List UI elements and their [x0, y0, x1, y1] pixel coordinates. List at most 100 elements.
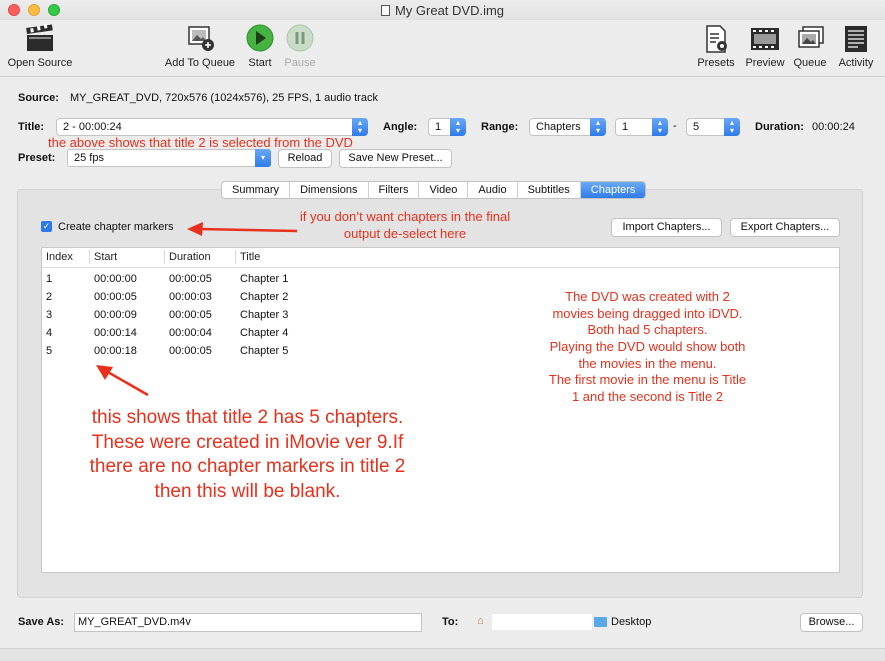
chapters-annotation: if you don’t want chapters in the final …: [270, 209, 540, 242]
title-popup[interactable]: 2 - 00:00:24 ▴ ▾: [56, 118, 368, 136]
table-annotation: this shows that title 2 has 5 chapters. …: [60, 406, 435, 505]
open-source-label: Open Source: [7, 57, 73, 69]
activity-button[interactable]: Activity: [834, 24, 878, 69]
pause-label: Pause: [284, 57, 316, 69]
folder-icon: [594, 617, 607, 627]
table-cell-index: 1: [46, 273, 53, 285]
table-cell-duration: 00:00:03: [169, 291, 212, 303]
dvd-annotation-line: The DVD was created with 2: [565, 289, 730, 304]
add-to-queue-button[interactable]: Add To Queue: [160, 24, 240, 69]
chapters-annotation-line: if you don’t want chapters in the final: [299, 209, 511, 224]
table-cell-duration: 00:00:05: [169, 273, 212, 285]
start-button[interactable]: Start: [242, 24, 278, 69]
table-cell-start: 00:00:00: [94, 273, 137, 285]
add-photo-icon: [184, 24, 216, 54]
table-cell-index: 3: [46, 309, 53, 321]
start-label: Start: [248, 57, 272, 69]
activity-log-icon: [840, 24, 872, 54]
preset-popup[interactable]: 25 fps ▾: [67, 149, 271, 167]
preview-button[interactable]: Preview: [742, 24, 788, 69]
title-popup-value: 2 - 00:00:24: [63, 121, 122, 133]
duration-label: Duration:: [755, 121, 804, 133]
column-separator: [235, 250, 236, 264]
table-cell-index: 5: [46, 345, 53, 357]
clapperboard-icon: [24, 24, 56, 54]
queue-label: Queue: [793, 57, 827, 69]
table-cell-title: Chapter 5: [240, 345, 289, 357]
tab-filters[interactable]: Filters: [369, 182, 420, 198]
column-header-duration[interactable]: Duration: [169, 251, 211, 263]
column-separator: [164, 250, 165, 264]
presets-icon: [700, 24, 732, 54]
column-header-title[interactable]: Title: [240, 251, 260, 263]
table-cell-duration: 00:00:05: [169, 309, 212, 321]
table-cell-duration: 00:00:05: [169, 345, 212, 357]
status-bar: [0, 648, 885, 661]
tab-video[interactable]: Video: [419, 182, 469, 198]
import-chapters-button[interactable]: Import Chapters...: [611, 218, 722, 237]
table-header: Index Start Duration Title: [42, 248, 839, 268]
preset-label: Preset:: [18, 152, 56, 164]
table-row[interactable]: 1 00:00:00 00:00:05 Chapter 1: [42, 272, 839, 290]
dvd-annotation-line: Playing the DVD would show both: [549, 338, 746, 354]
queue-icon: [794, 24, 826, 54]
range-separator: -: [673, 120, 677, 132]
reload-button[interactable]: Reload: [278, 149, 332, 168]
range-label: Range:: [481, 121, 519, 133]
column-separator: [89, 250, 90, 264]
chevron-updown-icon: ▴ ▾: [450, 118, 466, 136]
column-header-start[interactable]: Start: [94, 251, 117, 263]
angle-popup-value: 1: [435, 121, 442, 133]
chevron-updown-icon: ▴ ▾: [652, 118, 668, 136]
save-as-input[interactable]: MY_GREAT_DVD.m4v: [74, 613, 422, 632]
range-type-value: Chapters: [536, 121, 581, 133]
preset-popup-value: 25 fps: [74, 152, 104, 164]
open-source-button[interactable]: Open Source: [4, 24, 76, 69]
save-new-preset-button[interactable]: Save New Preset...: [339, 149, 452, 168]
to-label: To:: [442, 616, 459, 628]
tab-dimensions[interactable]: Dimensions: [290, 182, 369, 198]
table-annotation-line: there are no chapter markers in title 2: [89, 456, 406, 478]
tab-audio[interactable]: Audio: [468, 182, 518, 198]
window-title: My Great DVD.img: [0, 3, 885, 18]
tab-summary[interactable]: Summary: [222, 182, 291, 198]
preview-label: Preview: [745, 57, 785, 69]
chapters-annotation-line: output de-select here: [343, 225, 467, 241]
toolbar-divider: [0, 76, 885, 77]
activity-label: Activity: [838, 57, 874, 69]
queue-button[interactable]: Queue: [790, 24, 830, 69]
angle-popup[interactable]: 1 ▴ ▾: [428, 118, 466, 136]
chevron-updown-icon: ▴ ▾: [724, 118, 740, 136]
home-icon: ⌂: [477, 615, 484, 627]
source-info: MY_GREAT_DVD, 720x576 (1024x576), 25 FPS…: [70, 92, 378, 104]
range-end-popup[interactable]: 5 ▴ ▾: [686, 118, 740, 136]
table-cell-index: 2: [46, 291, 53, 303]
table-annotation-line: then this will be blank.: [154, 481, 341, 503]
column-header-index[interactable]: Index: [46, 251, 73, 263]
checkmark-icon: ✓: [42, 221, 51, 231]
angle-label: Angle:: [383, 121, 418, 133]
table-cell-title: Chapter 2: [240, 291, 289, 303]
dvd-annotation-line: the movies in the menu.: [578, 355, 717, 371]
create-chapter-markers-label: Create chapter markers: [58, 221, 174, 233]
table-cell-title: Chapter 4: [240, 327, 289, 339]
export-chapters-button[interactable]: Export Chapters...: [730, 218, 840, 237]
tab-subtitles[interactable]: Subtitles: [518, 182, 581, 198]
range-end-value: 5: [693, 121, 700, 133]
filmstrip-icon: [749, 24, 781, 54]
chevron-updown-icon: ▴ ▾: [590, 118, 606, 136]
table-cell-title: Chapter 1: [240, 273, 289, 285]
pause-icon: [284, 24, 316, 54]
presets-label: Presets: [697, 57, 735, 69]
destination-path-field[interactable]: [492, 614, 592, 630]
destination-folder[interactable]: Desktop: [611, 616, 651, 628]
range-start-popup[interactable]: 1 ▴ ▾: [615, 118, 668, 136]
browse-button[interactable]: Browse...: [800, 613, 863, 632]
tab-chapters[interactable]: Chapters: [580, 182, 646, 198]
range-type-popup[interactable]: Chapters ▴ ▾: [529, 118, 606, 136]
table-cell-title: Chapter 3: [240, 309, 289, 321]
create-chapter-markers-checkbox[interactable]: ✓: [41, 221, 52, 232]
presets-button[interactable]: Presets: [694, 24, 738, 69]
pause-button[interactable]: Pause: [282, 24, 318, 69]
dvd-annotation-line: The first movie in the menu is Title: [548, 372, 747, 388]
